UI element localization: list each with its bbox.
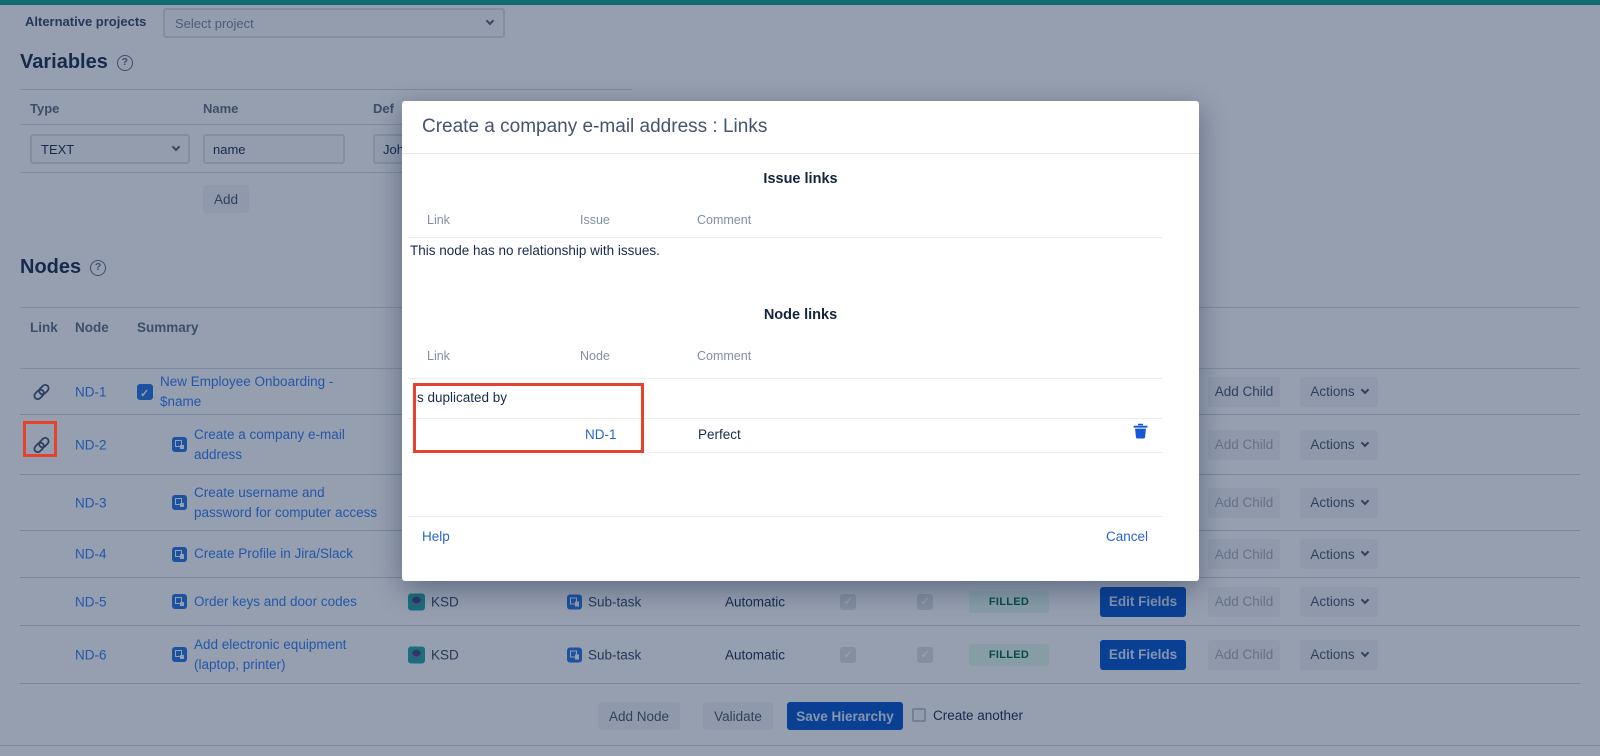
node-links-heading: Node links	[402, 307, 1199, 323]
issue-links-heading: Issue links	[402, 171, 1199, 187]
node-links-col-node: Node	[580, 349, 610, 363]
node-links-col-link: Link	[427, 349, 450, 363]
dialog-title: Create a company e-mail address : Links	[422, 116, 767, 138]
annotation-box-link-icon	[23, 421, 57, 457]
cancel-link[interactable]: Cancel	[1106, 529, 1148, 544]
help-link[interactable]: Help	[422, 529, 450, 544]
divider	[408, 516, 1162, 517]
divider	[408, 237, 1162, 238]
divider	[408, 378, 1162, 379]
link-comment-cell: Perfect	[698, 427, 741, 442]
divider	[402, 153, 1199, 154]
issue-links-col-issue: Issue	[580, 213, 610, 227]
issue-links-col-link: Link	[427, 213, 450, 227]
delete-link-button[interactable]	[1133, 423, 1148, 444]
links-dialog: Create a company e-mail address : Links …	[402, 101, 1199, 581]
annotation-box-node-link	[413, 383, 644, 453]
node-links-col-comment: Comment	[697, 349, 751, 363]
issue-links-empty-message: This node has no relationship with issue…	[410, 243, 660, 258]
issue-links-col-comment: Comment	[697, 213, 751, 227]
trash-icon	[1133, 423, 1148, 439]
